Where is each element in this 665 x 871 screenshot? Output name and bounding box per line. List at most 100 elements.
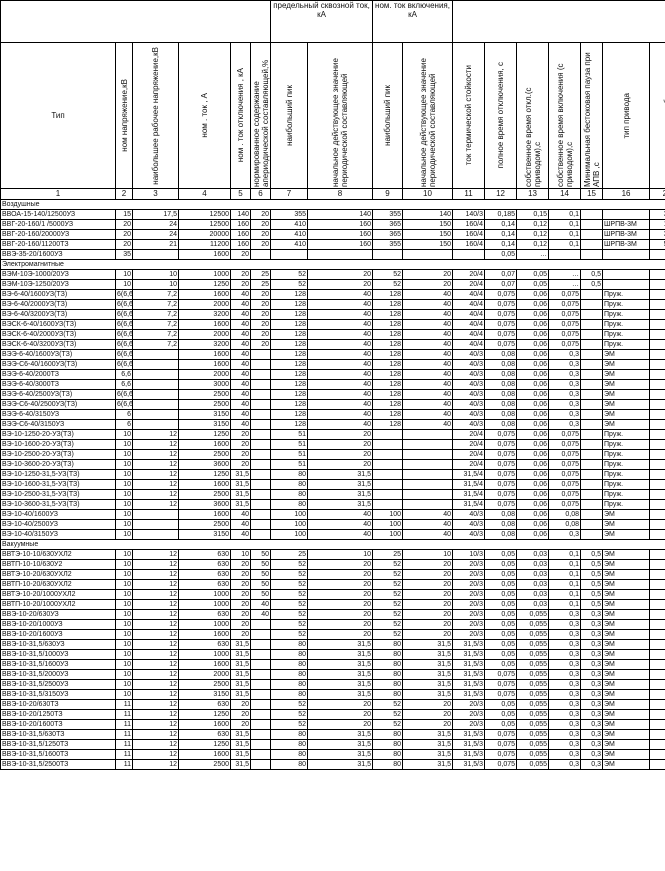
value-cell: 25	[250, 279, 271, 290]
value-cell: 7,2	[132, 329, 179, 340]
value-cell: 355	[270, 209, 308, 220]
table-row: ВВГ-20-160/20000УЗ 20 24 20000 160 20 410 160 36…	[0, 229, 665, 240]
value-cell: 0,5	[580, 269, 604, 280]
table-row: ВЭ-6-40/3200УЗ(ТЗ)6(6,6)7,23200402012840…	[0, 309, 665, 320]
value-cell: 0,15	[516, 209, 550, 220]
value-cell: 31,5	[401, 739, 454, 750]
type-cell: ВЭ-10-1600-20-УЗ(ТЗ)	[0, 439, 116, 450]
value-cell: 100	[372, 529, 403, 540]
value-cell: 40/3	[452, 409, 486, 420]
value-cell: 40	[401, 399, 454, 410]
type-cell: ВЭМ-10Э-1000/20УЗ	[0, 269, 116, 280]
value-cell: 52	[372, 559, 403, 570]
column-header-label: наибольший пик	[284, 85, 294, 146]
value-cell: 20	[115, 229, 133, 240]
value-cell	[649, 399, 665, 410]
value-cell: 40	[250, 599, 271, 610]
value-cell: 12	[132, 739, 179, 750]
value-cell: 40	[307, 399, 373, 410]
value-cell: 0,3	[548, 719, 582, 730]
value-cell: 20	[250, 229, 271, 240]
value-cell: 6	[115, 419, 133, 430]
value-cell: 52	[270, 279, 308, 290]
value-cell: 20/3	[452, 619, 486, 630]
value-cell	[250, 629, 271, 640]
column-header: цена ,р.б	[649, 42, 665, 189]
value-cell: 2000	[178, 369, 231, 380]
value-cell: 6(6,6)	[115, 289, 133, 300]
column-header-label: ном . ток , А	[200, 93, 209, 138]
value-cell: 0,05	[484, 629, 518, 640]
value-cell: 1860	[649, 609, 665, 620]
value-cell	[250, 649, 271, 660]
value-cell: 20	[401, 269, 454, 280]
value-cell: 20	[307, 709, 373, 720]
column-header-label: собственное время включения (с приводом)…	[555, 63, 574, 187]
column-number: 4	[178, 188, 231, 200]
value-cell: 40	[401, 419, 454, 430]
value-cell: 51	[270, 439, 308, 450]
value-cell: 20	[401, 699, 454, 710]
value-cell: 10	[115, 629, 133, 640]
value-cell: 40	[307, 409, 373, 420]
value-cell: 4130	[649, 479, 665, 490]
value-cell: ШРПВ-3М	[602, 239, 651, 250]
column-header-label: тип привода	[621, 92, 631, 139]
value-cell: 0,05	[484, 559, 518, 570]
value-cell: Пруж.	[602, 309, 651, 320]
type-cell: ВВЭ-10-31,5/1000УЗ	[0, 649, 116, 660]
value-cell: 40	[307, 419, 373, 430]
value-cell: 0,06	[516, 439, 550, 450]
value-cell: 128	[270, 329, 308, 340]
value-cell: 10	[115, 569, 133, 580]
table-row: ВВЭ-10-20/1600УЗ 10 12 1600 20 52 20 52 20 20/3 0,…	[0, 629, 665, 640]
value-cell: 20	[250, 319, 271, 330]
value-cell: 0,075	[548, 289, 582, 300]
value-cell	[250, 399, 271, 410]
value-cell: 40/4	[452, 329, 486, 340]
value-cell	[307, 249, 373, 260]
value-cell	[372, 449, 403, 460]
value-cell: 1600	[178, 719, 231, 730]
type-cell: ВВЭ-10-31,5/630ТЗ	[0, 729, 116, 740]
value-cell: 40	[401, 299, 454, 310]
type-cell: ВВТЭ-10-10/630УХЛ2	[0, 549, 116, 560]
column-number: 9	[372, 188, 403, 200]
value-cell: 12	[132, 659, 179, 670]
type-cell: ВЭ-10-40/3150УЗ	[0, 529, 116, 540]
value-cell: 35	[115, 249, 133, 260]
value-cell: Пруж.	[602, 459, 651, 470]
value-cell: 0,08	[548, 509, 582, 520]
table-row: ВВЭ-10-31,5/630УЗ 10 12 630 31,5 80 31,5 80 31,5…	[0, 639, 665, 650]
value-cell: 20	[307, 459, 373, 470]
value-cell: 40	[401, 289, 454, 300]
value-cell	[250, 619, 271, 630]
value-cell: 12	[132, 479, 179, 490]
value-cell: 20	[115, 219, 133, 230]
table-row: ВЭСК-6-40/1600УЗ(ТЗ)6(6,6)7,216004020128…	[0, 319, 665, 330]
value-cell: 10	[132, 269, 179, 280]
table-row: ВВЭ-10-31,5/630ТЗ 11 12 630 31,5 80 31,5 80 31,5…	[0, 729, 665, 740]
value-cell: 2100	[649, 549, 665, 560]
value-cell: 40	[307, 289, 373, 300]
value-cell: 40	[307, 309, 373, 320]
value-cell: 10	[115, 679, 133, 690]
value-cell	[580, 399, 604, 410]
value-cell	[132, 399, 179, 410]
column-number: 3	[132, 188, 179, 200]
value-cell: 0,055	[516, 699, 550, 710]
value-cell	[649, 359, 665, 370]
table-row: ВЭ-10-2500-31,5-УЗ(ТЗ) 10 12 2500 31,5 80 31,5…	[0, 489, 665, 500]
value-cell: 100	[270, 519, 308, 530]
group-header-row: предельный сквозной ток, кА ном. ток вкл…	[0, 0, 665, 43]
value-cell: 0,075	[548, 449, 582, 460]
value-cell: 40	[230, 379, 251, 390]
value-cell: 0,075	[484, 689, 518, 700]
column-header-label: Тип	[51, 110, 65, 120]
value-cell	[580, 339, 604, 350]
value-cell: 0,075	[484, 449, 518, 460]
value-cell: 0,06	[516, 459, 550, 470]
value-cell: 24	[132, 229, 179, 240]
table-row: ВВЭ-10-20/1250ТЗ 11 12 1250 20 52 20 52 20 20/3 0,…	[0, 709, 665, 720]
value-cell	[580, 249, 604, 260]
